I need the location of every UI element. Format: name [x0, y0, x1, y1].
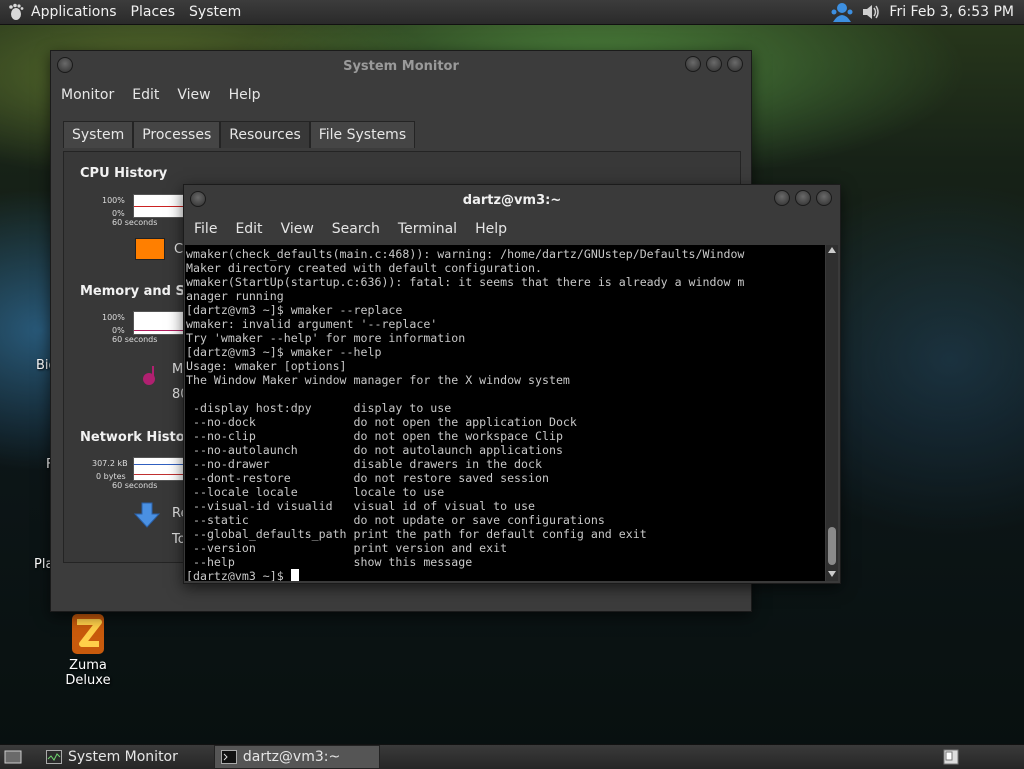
network-history-title: Network History	[80, 430, 200, 445]
network-graph-top-label: 307.2 kB	[92, 459, 128, 468]
menu-terminal[interactable]: Terminal	[392, 221, 469, 237]
terminal-screen[interactable]: wmaker(check_defaults(main.c:468)): warn…	[185, 245, 825, 581]
menu-edit[interactable]: Edit	[126, 87, 171, 103]
memory-legend-label: M	[172, 362, 184, 377]
menu-bar: Monitor Edit View Help	[51, 81, 751, 109]
system-menu[interactable]: System	[182, 0, 248, 24]
close-button[interactable]	[816, 190, 832, 206]
gnome-foot-icon	[9, 3, 24, 20]
scroll-down-icon[interactable]	[828, 571, 836, 577]
maximize-button[interactable]	[795, 190, 811, 206]
memory-graph-bottom-label: 0%	[112, 326, 125, 335]
cpu-graph-top-label: 100%	[102, 196, 125, 205]
taskbar-item-label: System Monitor	[68, 749, 178, 765]
tab-bar: System Processes Resources File Systems	[63, 121, 416, 148]
taskbar-item-label: dartz@vm3:~	[242, 749, 341, 765]
workspace-switcher-icon[interactable]	[942, 748, 960, 766]
desktop-icon-label: Zuma Deluxe	[65, 658, 111, 688]
desktop-icon-zuma[interactable]: Zuma Deluxe	[48, 612, 128, 688]
menu-search[interactable]: Search	[326, 221, 392, 237]
terminal-icon	[220, 750, 237, 764]
places-menu-label: Places	[130, 4, 176, 20]
taskbar-item-system-monitor[interactable]: System Monitor	[40, 746, 184, 768]
menu-view[interactable]: View	[275, 221, 326, 237]
cpu-graph-time-label: 60 seconds	[112, 218, 158, 227]
system-monitor-icon	[46, 750, 62, 764]
terminal-output: wmaker(check_defaults(main.c:468)): warn…	[186, 247, 745, 581]
memory-graph-time-label: 60 seconds	[112, 335, 158, 344]
top-panel: Applications Places System Fri Feb 3, 6:…	[0, 0, 1024, 25]
menu-monitor[interactable]: Monitor	[55, 87, 126, 103]
network-graph-time-label: 60 seconds	[112, 481, 158, 490]
memory-graph-top-label: 100%	[102, 313, 125, 322]
scroll-up-icon[interactable]	[828, 247, 836, 253]
tab-file-systems[interactable]: File Systems	[309, 121, 416, 148]
title-bar[interactable]: dartz@vm3:~	[184, 185, 840, 215]
cpu-graph-bottom-label: 0%	[112, 209, 125, 218]
memory-pie-icon[interactable]	[140, 364, 160, 388]
taskbar-item-terminal[interactable]: dartz@vm3:~	[213, 745, 380, 769]
minimize-button[interactable]	[774, 190, 790, 206]
tab-processes[interactable]: Processes	[133, 121, 221, 148]
menu-edit[interactable]: Edit	[229, 221, 274, 237]
tab-system[interactable]: System	[63, 121, 134, 148]
bottom-taskbar: System Monitor dartz@vm3:~	[0, 744, 1024, 769]
window-title: System Monitor	[343, 58, 459, 74]
title-bar[interactable]: System Monitor	[51, 51, 751, 81]
menu-help[interactable]: Help	[223, 87, 273, 103]
cpu-legend-label: C	[174, 242, 184, 257]
tab-resources[interactable]: Resources	[220, 121, 310, 148]
menu-view[interactable]: View	[171, 87, 222, 103]
download-arrow-icon[interactable]	[134, 502, 160, 528]
window-menu-icon[interactable]	[57, 57, 73, 73]
minimize-button[interactable]	[685, 56, 701, 72]
close-button[interactable]	[727, 56, 743, 72]
window-title: dartz@vm3:~	[462, 192, 562, 208]
user-status-icon[interactable]	[831, 2, 853, 22]
window-menu-icon[interactable]	[190, 191, 206, 207]
terminal-scrollbar[interactable]	[826, 245, 838, 581]
menu-help[interactable]: Help	[469, 221, 519, 237]
maximize-button[interactable]	[706, 56, 722, 72]
volume-icon[interactable]	[861, 3, 881, 21]
terminal-cursor	[290, 569, 299, 581]
menu-bar: File Edit View Search Terminal Help	[184, 215, 840, 243]
scroll-thumb[interactable]	[828, 527, 836, 565]
system-menu-label: System	[189, 4, 242, 20]
network-graph-bottom-label: 0 bytes	[96, 472, 126, 481]
cpu-history-title: CPU History	[80, 166, 168, 181]
cpu-color-swatch[interactable]	[135, 238, 165, 260]
applications-menu-label: Applications	[31, 4, 117, 20]
terminal-window[interactable]: dartz@vm3:~ File Edit View Search Termin…	[183, 184, 841, 584]
menu-file[interactable]: File	[188, 221, 229, 237]
places-menu[interactable]: Places	[124, 0, 183, 24]
applications-menu[interactable]: Applications	[0, 0, 124, 24]
clock[interactable]: Fri Feb 3, 6:53 PM	[889, 4, 1014, 20]
zuma-icon	[72, 614, 104, 654]
show-desktop-icon[interactable]	[4, 749, 22, 765]
